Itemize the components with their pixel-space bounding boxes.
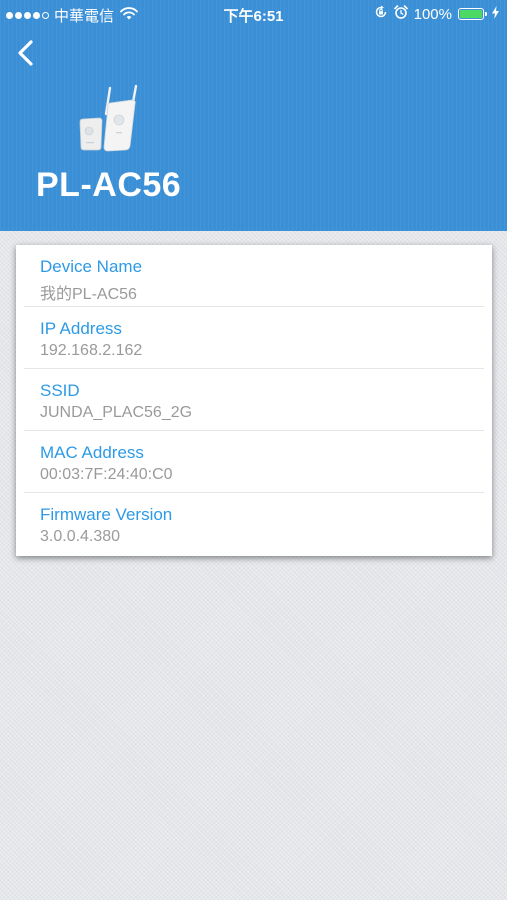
alarm-icon — [393, 5, 408, 23]
battery-icon — [458, 8, 487, 20]
device-name-row[interactable]: Device Name 我的PL-AC56 — [24, 245, 484, 307]
status-bar: 中華電信 下午6:51 100% — [0, 0, 507, 28]
firmware-version-row: Firmware Version 3.0.0.4.380 — [24, 493, 484, 555]
header: 中華電信 下午6:51 100% PL-AC56 — [0, 0, 507, 231]
ssid-row: SSID JUNDA_PLAC56_2G — [24, 369, 484, 431]
mac-address-row: MAC Address 00:03:7F:24:40:C0 — [24, 431, 484, 493]
ip-address-row: IP Address 192.168.2.162 — [24, 307, 484, 369]
chevron-left-icon — [18, 40, 33, 66]
ssid-value: JUNDA_PLAC56_2G — [40, 404, 193, 421]
ip-address-value: 192.168.2.162 — [40, 342, 143, 359]
device-name-value: 我的PL-AC56 — [40, 286, 137, 303]
powerline-adapter-image — [72, 84, 144, 156]
device-info-card: Device Name 我的PL-AC56 IP Address 192.168… — [16, 245, 492, 556]
device-name-label: Device Name — [40, 257, 143, 276]
firmware-version-label: Firmware Version — [40, 505, 173, 524]
status-bar-right: 100% — [374, 5, 499, 23]
ssid-label: SSID — [40, 381, 80, 400]
device-title: PL-AC56 — [36, 166, 182, 204]
orientation-lock-icon — [374, 5, 388, 23]
charging-bolt-icon — [492, 5, 499, 23]
battery-fill — [460, 10, 482, 18]
battery-percent: 100% — [413, 5, 452, 23]
mac-address-value: 00:03:7F:24:40:C0 — [40, 466, 173, 483]
firmware-version-value: 3.0.0.4.380 — [40, 528, 121, 545]
mac-address-label: MAC Address — [40, 443, 144, 462]
ip-address-label: IP Address — [40, 319, 122, 338]
back-button[interactable] — [12, 38, 40, 68]
